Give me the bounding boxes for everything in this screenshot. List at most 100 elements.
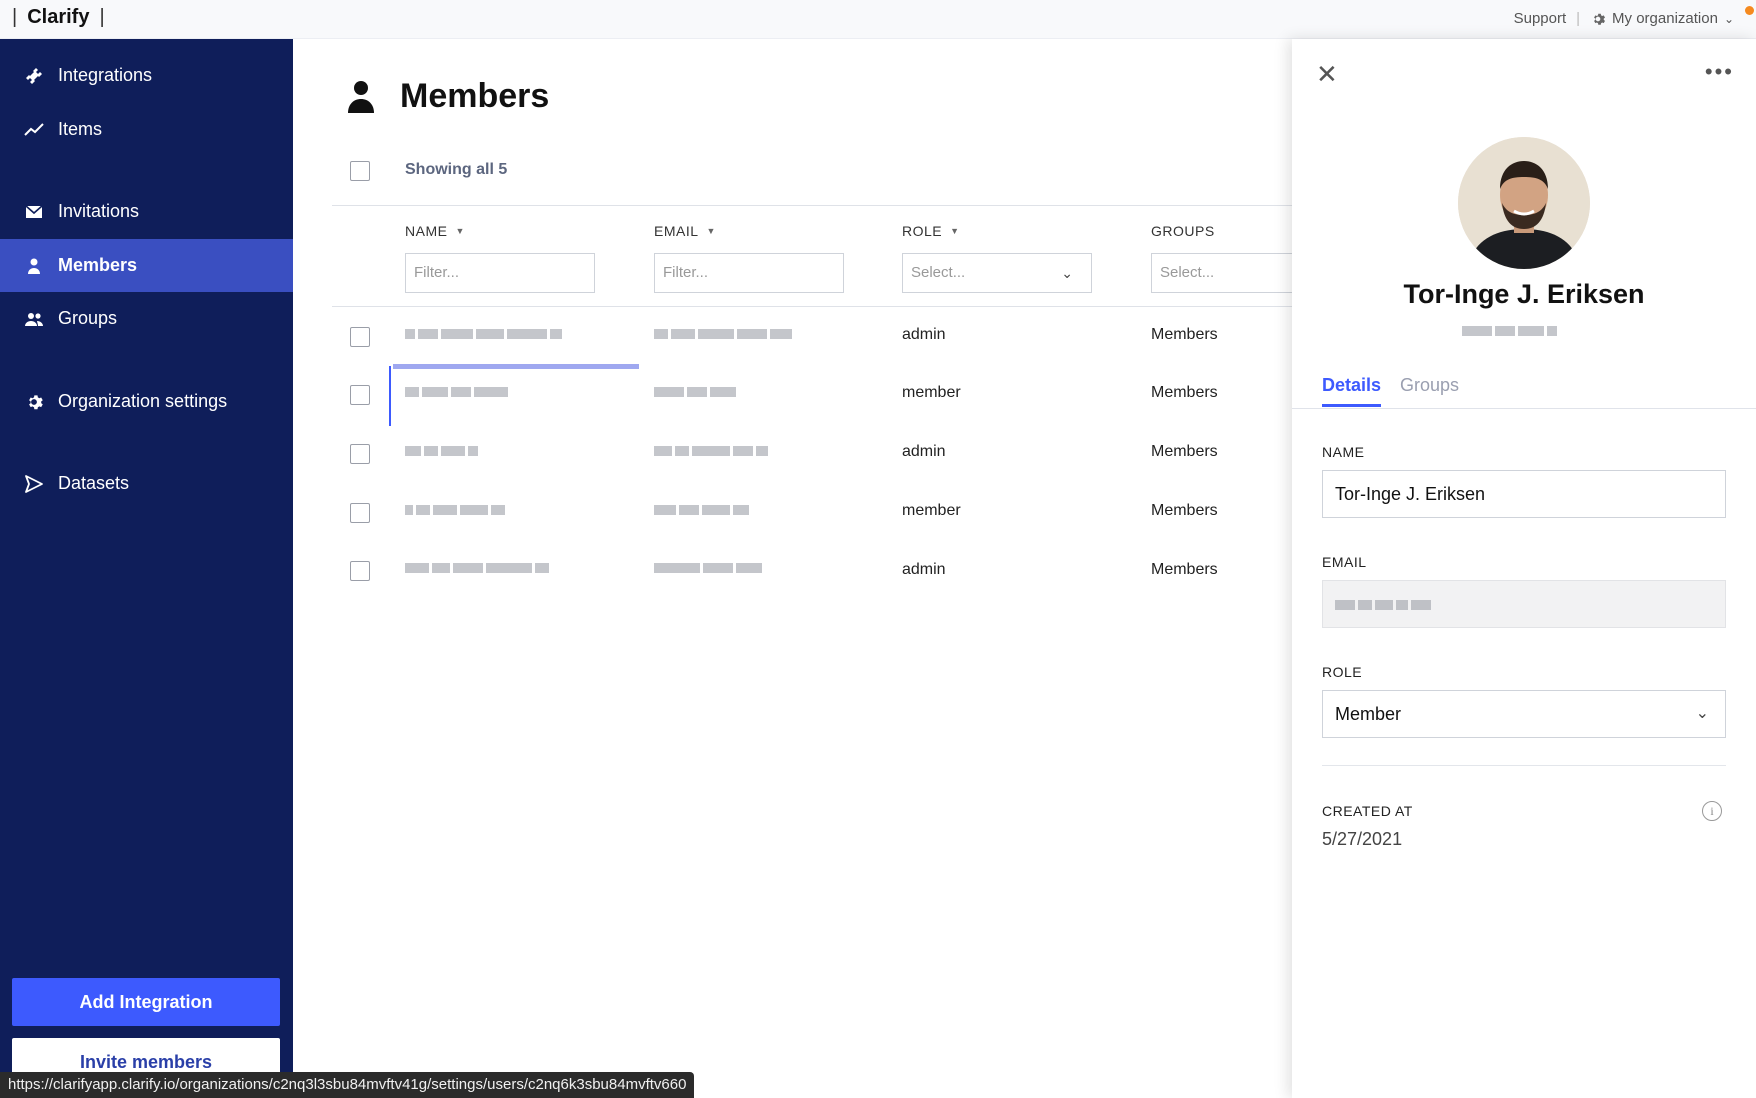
sidebar-item-label: Datasets: [58, 473, 130, 493]
role-select[interactable]: Member ⌄: [1322, 690, 1726, 738]
email-filter-input[interactable]: Filter...: [654, 253, 844, 293]
created-at-label: CREATED AT: [1322, 803, 1413, 819]
redacted-name: [405, 386, 508, 398]
sidebar-item-label: Members: [58, 255, 138, 275]
redacted-email: [654, 445, 768, 457]
brand-bar-left: |: [12, 6, 18, 28]
sidebar-item-groups[interactable]: Groups: [0, 292, 293, 345]
notification-dot: [1745, 6, 1754, 15]
sidebar-item-label: Integrations: [58, 65, 153, 85]
row-checkbox[interactable]: [350, 444, 370, 464]
role-value: Member: [1335, 704, 1402, 724]
groups-cell: Members: [1151, 384, 1218, 401]
top-bar: | Clarify | Support | My organization ⌄: [0, 0, 1756, 39]
showing-count: Showing all 5: [405, 161, 508, 178]
select-placeholder: Select...: [911, 264, 966, 281]
role-label: ROLE: [1322, 664, 1363, 680]
row-checkbox[interactable]: [350, 561, 370, 581]
groups-cell: Members: [1151, 561, 1218, 578]
redacted-name: [405, 445, 478, 457]
page-title-text: Members: [400, 77, 550, 115]
avatar: [1458, 137, 1590, 269]
row-hover-indicator: [393, 364, 639, 369]
tab-groups[interactable]: Groups: [1400, 375, 1459, 404]
page-title: Members: [346, 77, 549, 116]
sort-caret-icon: ▼: [706, 226, 716, 236]
column-label: EMAIL: [654, 223, 699, 239]
chevron-down-icon: ⌄: [1061, 265, 1073, 281]
sidebar-item-items[interactable]: Items: [0, 103, 293, 156]
sidebar-item-label: Groups: [58, 308, 118, 328]
groups-cell: Members: [1151, 326, 1218, 343]
email-label: EMAIL: [1322, 554, 1367, 570]
sidebar-item-label: Items: [58, 119, 103, 139]
redacted-email: [654, 386, 736, 398]
row-focus-indicator: [389, 366, 391, 426]
detail-tabs: Details Groups: [1292, 375, 1756, 409]
brand-bar-right: |: [99, 6, 105, 28]
redacted-email: [1335, 599, 1431, 611]
sort-caret-icon: ▼: [950, 226, 960, 236]
column-header-groups[interactable]: GROUPS: [1151, 223, 1215, 239]
separator: |: [1576, 10, 1581, 27]
tab-details[interactable]: Details: [1322, 375, 1382, 407]
divider: [332, 205, 1292, 206]
groups-filter-select[interactable]: Select...: [1151, 253, 1292, 293]
row-checkbox[interactable]: [350, 327, 370, 347]
role-cell: member: [902, 502, 961, 519]
select-all-checkbox[interactable]: [350, 161, 370, 181]
sidebar-item-organization-settings[interactable]: Organization settings: [0, 375, 293, 428]
gear-icon: [1594, 13, 1606, 25]
role-filter-select[interactable]: Select... ⌄: [902, 253, 1092, 293]
close-icon[interactable]: ✕: [1316, 59, 1338, 90]
redacted-name: [405, 328, 562, 340]
email-field: [1322, 580, 1726, 628]
person-icon: [24, 256, 44, 276]
main-content: Members Showing all 5 NAME ▼ EMAIL ▼ ROLE ▼…: [293, 39, 1292, 1098]
status-bar-url: https://clarifyapp.clarify.io/organizati…: [0, 1072, 695, 1098]
info-icon[interactable]: i: [1702, 801, 1722, 821]
brand-name: Clarify: [27, 6, 90, 28]
row-checkbox[interactable]: [350, 385, 370, 405]
name-filter-input[interactable]: Filter...: [405, 253, 595, 293]
column-label: GROUPS: [1151, 223, 1215, 239]
sidebar-item-integrations[interactable]: Integrations: [0, 49, 293, 102]
chevron-down-icon: ⌄: [1695, 705, 1709, 722]
envelope-icon: [24, 202, 44, 222]
column-label: ROLE: [902, 223, 943, 239]
role-cell: member: [902, 384, 961, 401]
select-placeholder: Select...: [1160, 264, 1215, 281]
org-menu-button[interactable]: My organization: [1612, 10, 1718, 27]
role-cell: admin: [902, 561, 946, 578]
sidebar-item-datasets[interactable]: Datasets: [0, 457, 293, 510]
support-link[interactable]: Support: [1514, 10, 1567, 27]
column-label: NAME: [405, 223, 448, 239]
column-header-name[interactable]: NAME ▼: [405, 223, 465, 239]
send-icon: [24, 474, 44, 494]
people-icon: [24, 309, 44, 329]
redacted-email: [1462, 325, 1557, 337]
sidebar-item-members[interactable]: Members: [0, 239, 293, 292]
divider: [332, 306, 1292, 307]
chevron-down-icon: ⌄: [1723, 11, 1734, 26]
trend-icon: [24, 120, 44, 140]
top-right-menu: Support | My organization ⌄: [1514, 10, 1734, 27]
brand-logo[interactable]: | Clarify |: [12, 6, 105, 29]
sidebar-item-invitations[interactable]: Invitations: [0, 185, 293, 238]
column-header-role[interactable]: ROLE ▼: [902, 223, 960, 239]
redacted-name: [405, 562, 549, 574]
sidebar-item-label: Invitations: [58, 201, 140, 221]
add-integration-button[interactable]: Add Integration: [12, 978, 280, 1026]
redacted-email: [654, 328, 792, 340]
gear-icon: [24, 392, 44, 412]
groups-cell: Members: [1151, 502, 1218, 519]
row-checkbox[interactable]: [350, 503, 370, 523]
role-cell: admin: [902, 443, 946, 460]
groups-cell: Members: [1151, 443, 1218, 460]
name-field[interactable]: Tor-Inge J. Eriksen: [1322, 470, 1726, 518]
redacted-email: [654, 504, 749, 516]
redacted-name: [405, 504, 505, 516]
more-options-icon[interactable]: •••: [1705, 59, 1734, 85]
plug-icon: [24, 66, 44, 86]
column-header-email[interactable]: EMAIL ▼: [654, 223, 716, 239]
